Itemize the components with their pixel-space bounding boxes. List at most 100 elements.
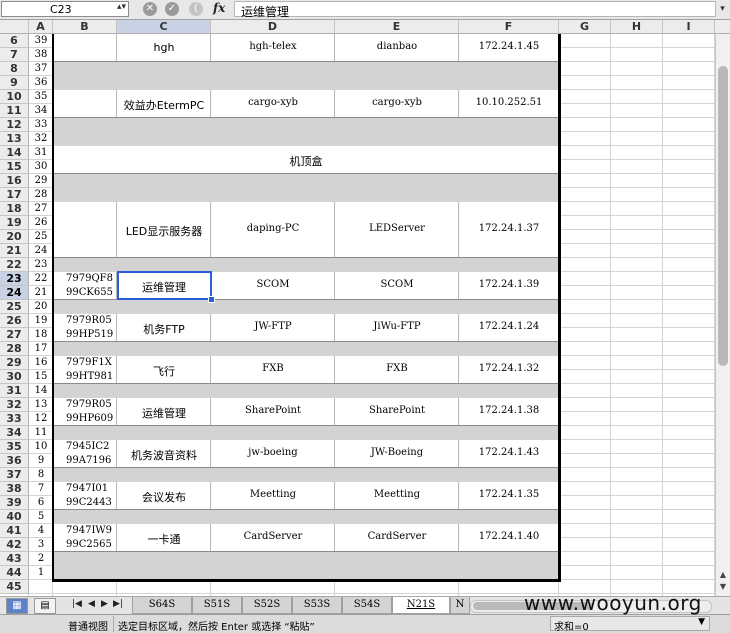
fill-handle[interactable] bbox=[208, 296, 215, 303]
last-sheet-icon[interactable]: ▶| bbox=[113, 599, 123, 609]
column-header-c[interactable]: C bbox=[117, 20, 211, 33]
row-header-19[interactable]: 19 bbox=[0, 216, 29, 230]
sheet-tab-s54s[interactable]: S54S bbox=[342, 597, 392, 614]
cell-d[interactable]: FXB bbox=[262, 363, 283, 374]
select-all-corner[interactable] bbox=[0, 20, 29, 33]
cell-d[interactable]: CardServer bbox=[244, 531, 303, 542]
cell-f[interactable]: 172.24.1.45 bbox=[479, 41, 539, 52]
sheet-grid[interactable]: 6 39 7 38 8 37 9 36 10 35 11 34 12 33 13 32 14 31 15 30 16 29… bbox=[0, 34, 715, 596]
row-header-6[interactable]: 6 bbox=[0, 34, 29, 48]
cell-b-code[interactable]: 99C2565 bbox=[66, 539, 112, 550]
cell-b-code[interactable]: 99CK655 bbox=[66, 287, 113, 298]
cell-b-code[interactable]: 99HT981 bbox=[66, 371, 113, 382]
row-header-41[interactable]: 41 bbox=[0, 524, 29, 538]
cell-b-code[interactable]: 7979R05 bbox=[66, 399, 112, 410]
cell-a-18[interactable]: 27 bbox=[35, 203, 48, 214]
cell-a-6[interactable]: 39 bbox=[35, 35, 48, 46]
row-header-13[interactable]: 13 bbox=[0, 132, 29, 146]
cell-a-12[interactable]: 33 bbox=[35, 119, 48, 130]
cell-a-10[interactable]: 35 bbox=[35, 91, 48, 102]
name-box-dropdown-icon[interactable]: ▴▾ bbox=[117, 2, 126, 12]
row-header-43[interactable]: 43 bbox=[0, 552, 29, 566]
selected-cell-c23[interactable] bbox=[117, 271, 212, 300]
cell-a-29[interactable]: 16 bbox=[35, 357, 48, 368]
normal-view-icon[interactable]: ▦ bbox=[6, 598, 28, 614]
cell-a-38[interactable]: 7 bbox=[38, 483, 44, 494]
sheet-tab-s52s[interactable]: S52S bbox=[242, 597, 292, 614]
insert-function-icon[interactable]: fx bbox=[213, 1, 225, 15]
cell-f[interactable]: 172.24.1.38 bbox=[479, 405, 539, 416]
row-header-37[interactable]: 37 bbox=[0, 468, 29, 482]
row-header-25[interactable]: 25 bbox=[0, 300, 29, 314]
cell-a-11[interactable]: 34 bbox=[35, 105, 48, 116]
row-header-44[interactable]: 44 bbox=[0, 566, 29, 580]
cell-b-code[interactable]: 7947IW9 bbox=[66, 525, 112, 536]
cell-d[interactable]: daping-PC bbox=[247, 223, 300, 234]
cell-a-16[interactable]: 29 bbox=[35, 175, 48, 186]
row-header-26[interactable]: 26 bbox=[0, 314, 29, 328]
cell-b-code[interactable]: 7945IC2 bbox=[66, 441, 109, 452]
row-header-17[interactable]: 17 bbox=[0, 188, 29, 202]
cell-a-37[interactable]: 8 bbox=[38, 469, 44, 480]
row-header-21[interactable]: 21 bbox=[0, 244, 29, 258]
cell-e[interactable]: Meetting bbox=[374, 489, 420, 500]
cancel-icon[interactable]: ✕ bbox=[143, 2, 157, 16]
row-header-38[interactable]: 38 bbox=[0, 482, 29, 496]
cell-a-23[interactable]: 22 bbox=[35, 273, 48, 284]
column-header-i[interactable]: I bbox=[663, 20, 715, 33]
sum-box[interactable]: 求和=0 ▼ bbox=[550, 616, 710, 633]
row-header-34[interactable]: 34 bbox=[0, 426, 29, 440]
cell-d[interactable]: SCOM bbox=[257, 279, 290, 290]
cell-c[interactable]: 机务波音资料 bbox=[131, 447, 197, 463]
cell-a-15[interactable]: 30 bbox=[35, 161, 48, 172]
column-header-d[interactable]: D bbox=[211, 20, 335, 33]
cell-d[interactable]: JW-FTP bbox=[254, 321, 291, 332]
row-header-8[interactable]: 8 bbox=[0, 62, 29, 76]
scroll-up-icon[interactable]: ▲ bbox=[717, 570, 729, 582]
cell-b-code[interactable]: 99HP609 bbox=[66, 413, 113, 424]
row-header-11[interactable]: 11 bbox=[0, 104, 29, 118]
row-header-33[interactable]: 33 bbox=[0, 412, 29, 426]
row-header-12[interactable]: 12 bbox=[0, 118, 29, 132]
cell-a-19[interactable]: 26 bbox=[35, 217, 48, 228]
row-header-39[interactable]: 39 bbox=[0, 496, 29, 510]
cell-d[interactable]: cargo-xyb bbox=[248, 97, 298, 108]
cell-a-33[interactable]: 12 bbox=[35, 413, 48, 424]
cell-a-7[interactable]: 38 bbox=[35, 49, 48, 60]
cell-b-code[interactable]: 99A7196 bbox=[66, 455, 111, 466]
row-header-45[interactable]: 45 bbox=[0, 580, 29, 594]
cell-f[interactable]: 172.24.1.43 bbox=[479, 447, 539, 458]
cell-e[interactable]: cargo-xyb bbox=[372, 97, 422, 108]
cell-a-17[interactable]: 28 bbox=[35, 189, 48, 200]
row-header-10[interactable]: 10 bbox=[0, 90, 29, 104]
row-header-9[interactable]: 9 bbox=[0, 76, 29, 90]
cell-f[interactable]: 172.24.1.35 bbox=[479, 489, 539, 500]
cell-a-41[interactable]: 4 bbox=[38, 525, 44, 536]
cell-b-code[interactable]: 7979R05 bbox=[66, 315, 112, 326]
row-header-18[interactable]: 18 bbox=[0, 202, 29, 216]
cell-e[interactable]: dianbao bbox=[377, 41, 417, 52]
expand-formula-icon[interactable]: ▾ bbox=[716, 1, 729, 17]
cell-c[interactable]: 一卡通 bbox=[148, 531, 181, 547]
cell-a-32[interactable]: 13 bbox=[35, 399, 48, 410]
column-header-b[interactable]: B bbox=[53, 20, 117, 33]
cell-e[interactable]: FXB bbox=[386, 363, 407, 374]
cell-a-34[interactable]: 11 bbox=[35, 427, 48, 438]
column-header-g[interactable]: G bbox=[559, 20, 611, 33]
cell-a-30[interactable]: 15 bbox=[35, 371, 48, 382]
cell-a-24[interactable]: 21 bbox=[35, 287, 48, 298]
cell-a-13[interactable]: 32 bbox=[35, 133, 48, 144]
cell-c[interactable]: 效益办EtermPC bbox=[124, 97, 204, 113]
row-header-35[interactable]: 35 bbox=[0, 440, 29, 454]
cell-a-8[interactable]: 37 bbox=[35, 63, 48, 74]
row-header-14[interactable]: 14 bbox=[0, 146, 29, 160]
cell-a-20[interactable]: 25 bbox=[35, 231, 48, 242]
sheet-tab-n21s[interactable]: N21S bbox=[392, 597, 450, 614]
cell-f[interactable]: 172.24.1.39 bbox=[479, 279, 539, 290]
cell-a-22[interactable]: 23 bbox=[35, 259, 48, 270]
cell-c[interactable]: hgh bbox=[154, 41, 175, 54]
formula-input[interactable]: 运维管理 bbox=[234, 1, 716, 19]
row-header-15[interactable]: 15 bbox=[0, 160, 29, 174]
cell-a-14[interactable]: 31 bbox=[35, 147, 48, 158]
cell-d[interactable]: Meetting bbox=[250, 489, 296, 500]
